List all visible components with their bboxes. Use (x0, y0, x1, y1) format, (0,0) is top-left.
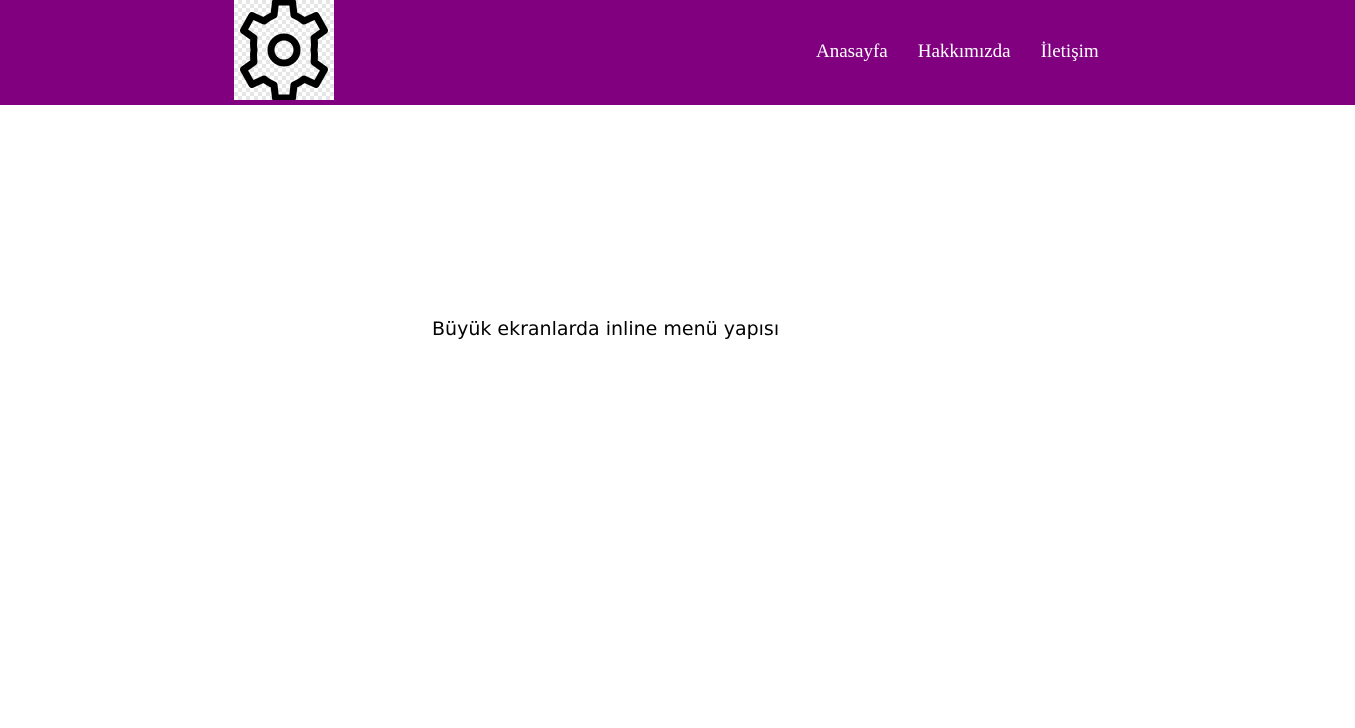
main-content-text: Büyük ekranlarda inline menü yapısı (432, 318, 780, 340)
main-nav: Anasayfa Hakkımızda İletişim (816, 40, 1099, 64)
site-header: Anasayfa Hakkımızda İletişim (0, 0, 1355, 105)
gear-icon (240, 0, 328, 100)
site-logo[interactable] (234, 0, 334, 100)
nav-link-home[interactable]: Anasayfa (816, 40, 888, 64)
nav-link-contact[interactable]: İletişim (1041, 40, 1099, 64)
nav-link-about[interactable]: Hakkımızda (918, 40, 1011, 64)
